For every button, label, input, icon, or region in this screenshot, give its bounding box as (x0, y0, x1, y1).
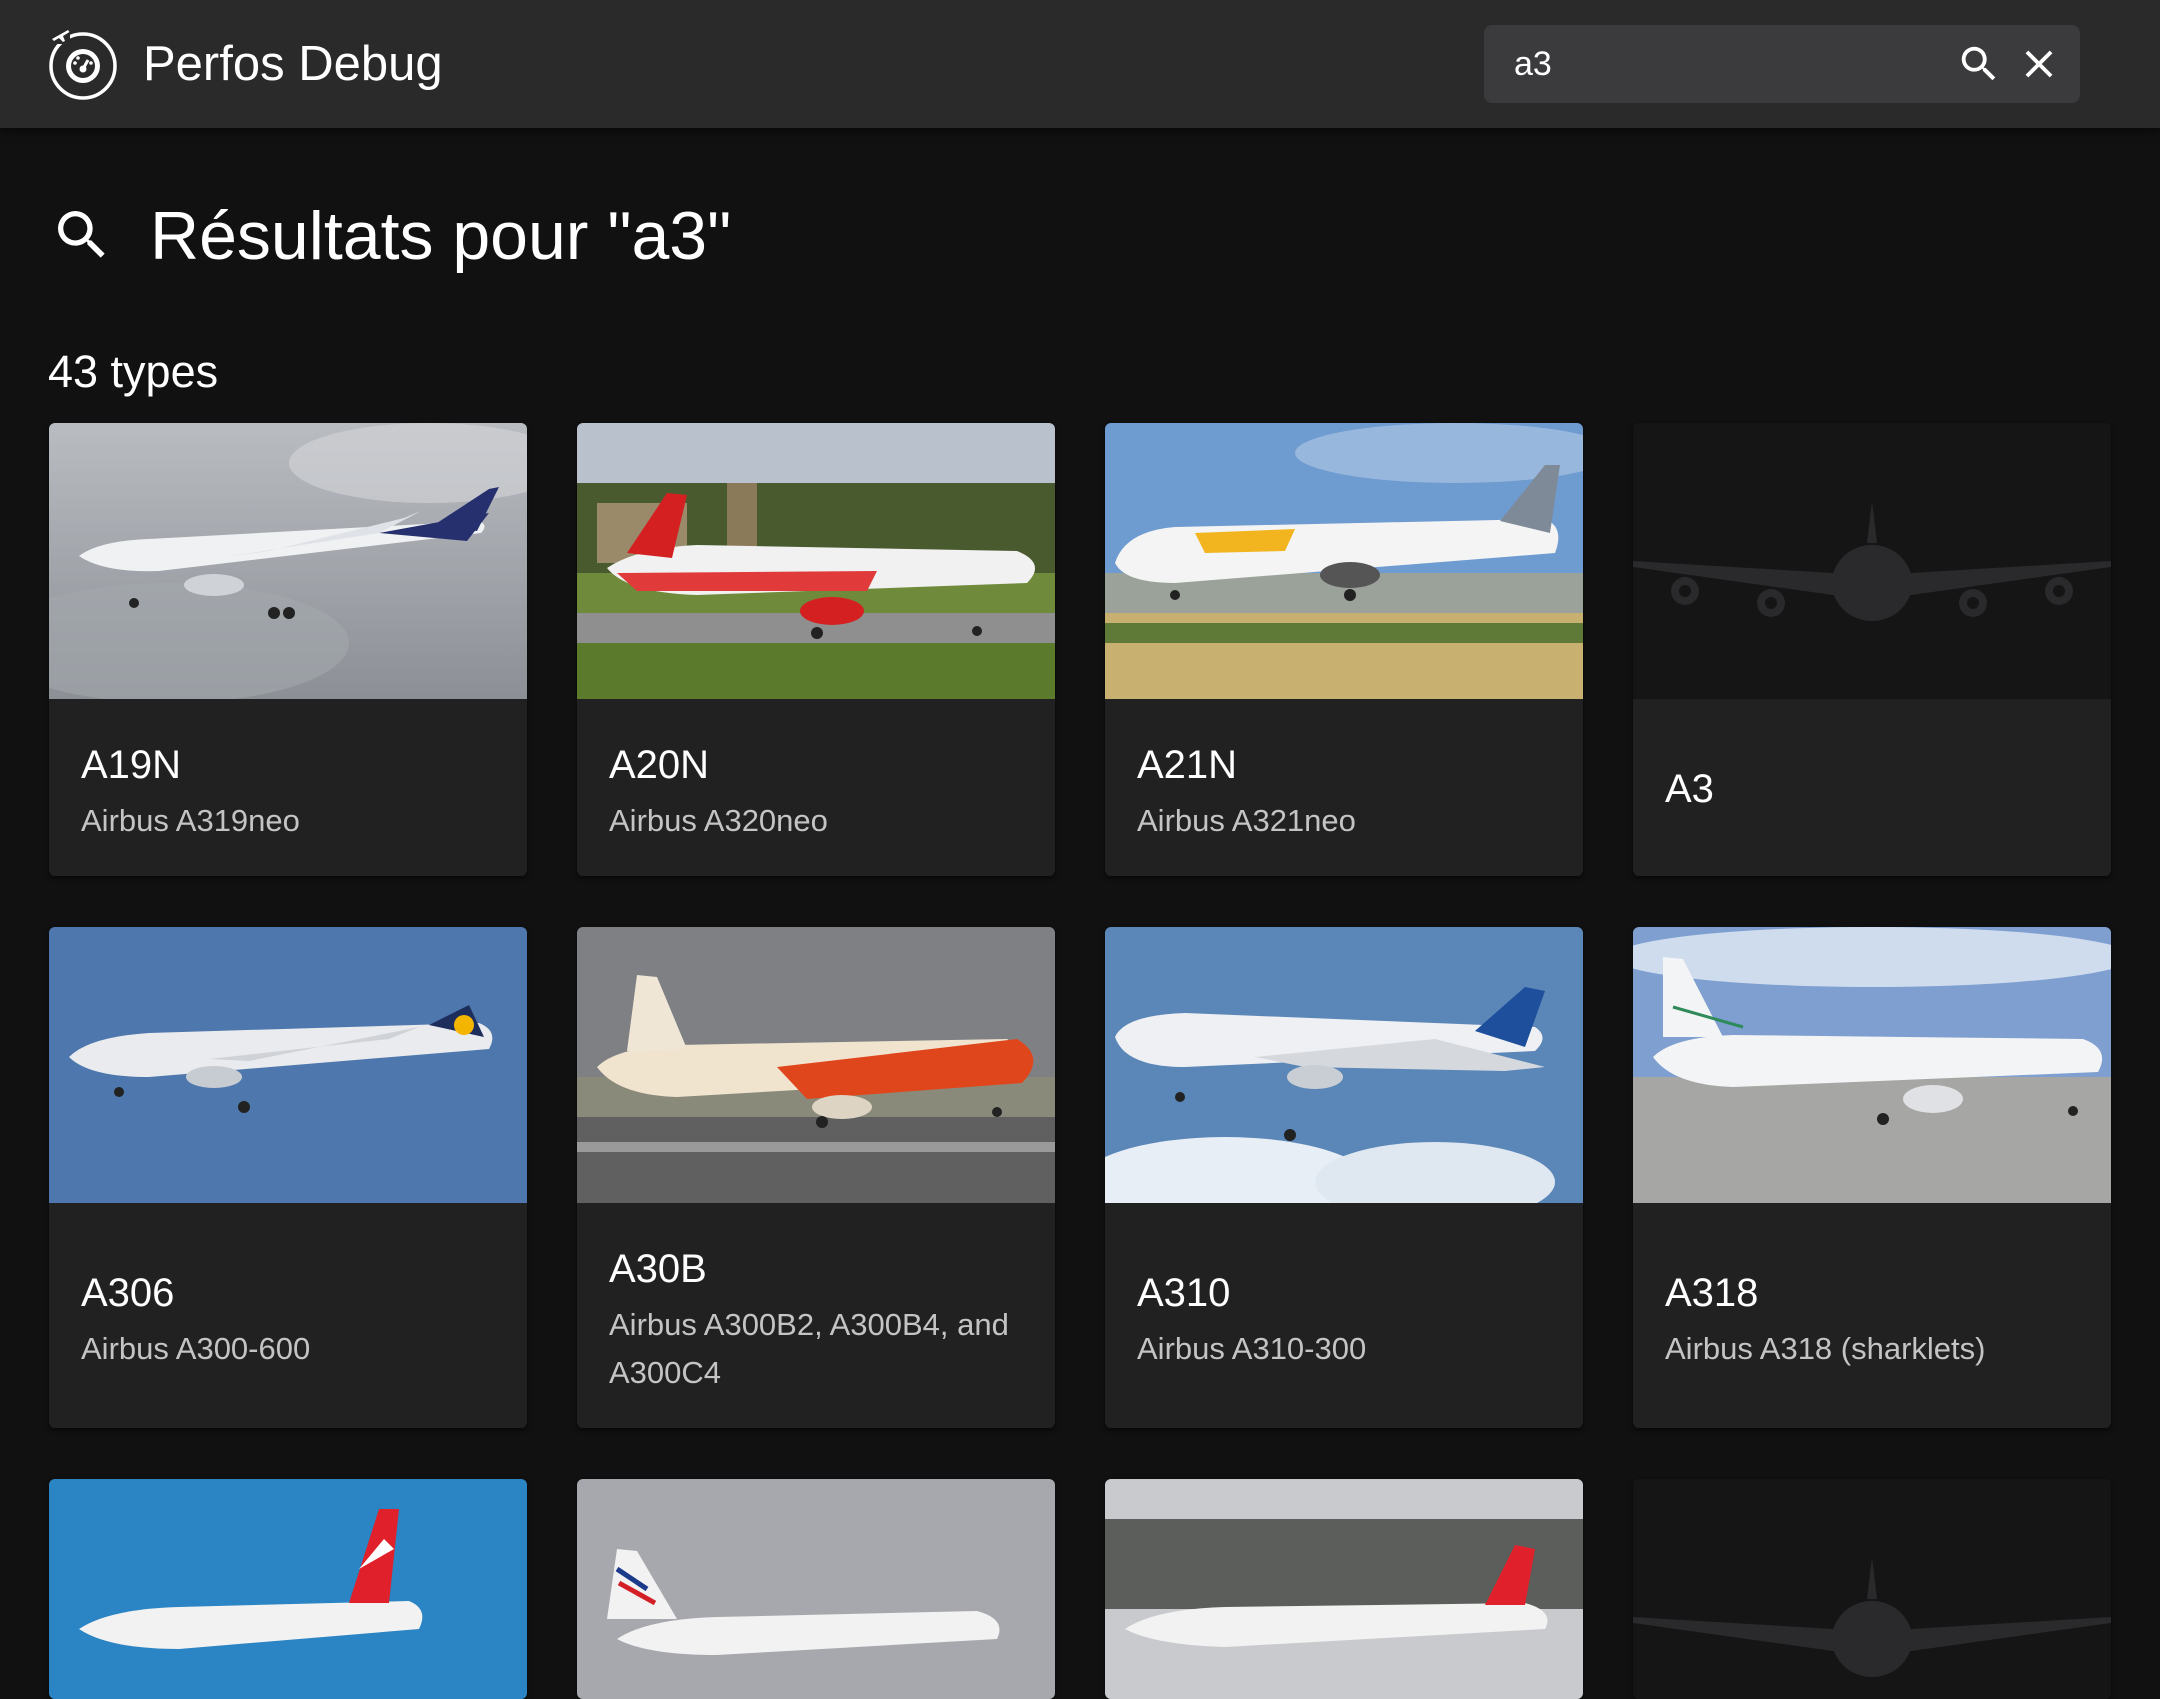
aircraft-photo (1105, 927, 1583, 1203)
aircraft-card[interactable] (49, 1479, 527, 1699)
aircraft-code: A306 (81, 1271, 175, 1315)
aircraft-photo (49, 423, 527, 699)
search-bar[interactable] (1484, 25, 2080, 103)
search-icon[interactable] (1956, 41, 2002, 87)
aircraft-card[interactable]: A3 (1633, 423, 2111, 876)
aircraft-name: Airbus A320neo (609, 803, 828, 838)
aircraft-photo (577, 423, 1055, 699)
aircraft-code: A30B (609, 1247, 707, 1291)
aircraft-code: A3 (1665, 767, 1714, 811)
aircraft-code: A19N (81, 743, 182, 787)
app-bar: Perfos Debug (0, 0, 2160, 128)
aircraft-card[interactable]: A21N Airbus A321neo (1105, 423, 1583, 876)
aircraft-code: A20N (609, 743, 710, 787)
aircraft-code: A21N (1137, 743, 1238, 787)
aircraft-photo (49, 927, 527, 1203)
gauge-plane-icon[interactable] (44, 26, 120, 102)
aircraft-photo (1105, 423, 1583, 699)
aircraft-card[interactable]: A306 Airbus A300-600 (49, 927, 527, 1428)
aircraft-code: A318 (1665, 1271, 1759, 1315)
aircraft-photo (1105, 1479, 1583, 1699)
aircraft-card[interactable]: A30B Airbus A300B2, A300B4, and A300C4 (577, 927, 1055, 1428)
result-count: 43 types (48, 346, 219, 397)
airplane-placeholder-icon (1633, 423, 2111, 699)
aircraft-photo (577, 927, 1055, 1203)
search-icon (58, 211, 105, 258)
aircraft-name: Airbus A319neo (81, 803, 300, 838)
search-input[interactable] (1514, 39, 1934, 89)
aircraft-card[interactable] (1633, 1479, 2111, 1699)
aircraft-photo (49, 1479, 527, 1699)
aircraft-name: Airbus A310-300 (1137, 1331, 1367, 1366)
aircraft-card[interactable]: A19N Airbus A319neo (49, 423, 527, 876)
aircraft-photo (577, 1479, 1055, 1699)
aircraft-card[interactable] (577, 1479, 1055, 1699)
aircraft-name: Airbus A321neo (1137, 803, 1356, 838)
aircraft-card[interactable] (1105, 1479, 1583, 1699)
aircraft-card[interactable]: A310 Airbus A310-300 (1105, 927, 1583, 1428)
aircraft-name: Airbus A318 (sharklets) (1665, 1331, 1986, 1366)
results-heading: Résultats pour "a3" (150, 198, 732, 274)
close-icon[interactable] (2016, 41, 2062, 87)
aircraft-name: Airbus A300-600 (81, 1331, 311, 1366)
aircraft-name: Airbus A300B2, A300B4, and A300C4 (609, 1307, 1009, 1390)
app-title: Perfos Debug (143, 37, 443, 91)
airplane-placeholder-icon (1633, 1479, 2111, 1699)
aircraft-photo (1633, 927, 2111, 1203)
aircraft-code: A310 (1137, 1271, 1231, 1315)
aircraft-card[interactable]: A318 Airbus A318 (sharklets) (1633, 927, 2111, 1428)
aircraft-card[interactable]: A20N Airbus A320neo (577, 423, 1055, 876)
